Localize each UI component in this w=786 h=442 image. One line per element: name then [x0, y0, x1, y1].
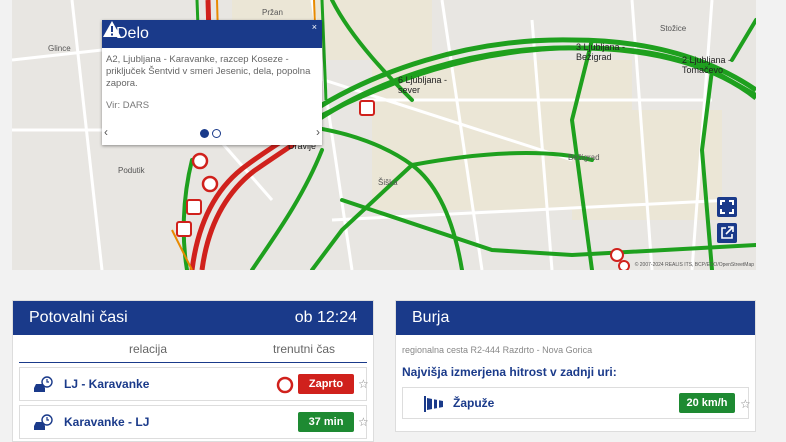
travel-row[interactable]: LJ - Karavanke Zaprto ☆	[19, 367, 369, 401]
warning-icon	[103, 21, 121, 37]
car-clock-icon	[34, 414, 53, 430]
place-label: Šiška	[378, 178, 398, 187]
car-clock-icon	[34, 376, 53, 392]
column-headers: relacija trenutni čas	[19, 335, 367, 363]
column-current-time: trenutni čas	[273, 341, 336, 356]
place-label: Podutik	[118, 166, 145, 175]
place-label: Stožice	[660, 24, 687, 33]
prev-arrow-icon[interactable]: ‹	[104, 125, 108, 139]
traffic-map[interactable]: Pržan Glince Podutik Šiška Bežigrad Stož…	[12, 0, 756, 270]
relation-label: Karavanke - LJ	[64, 415, 150, 429]
close-icon[interactable]: ×	[312, 22, 317, 32]
travel-times-header: Potovalni časi ob 12:24	[13, 301, 373, 335]
speed-badge: 20 km/h	[679, 393, 735, 413]
star-icon[interactable]: ☆	[358, 377, 369, 391]
popup-source: Vir: DARS	[106, 100, 150, 111]
panel-title: Burja	[412, 309, 450, 326]
road-label: 6 Ljubljana - sever	[398, 75, 448, 95]
status-badge: 37 min	[298, 412, 354, 432]
pager-dot[interactable]	[212, 129, 221, 138]
travel-row[interactable]: Karavanke - LJ 37 min ☆	[19, 405, 369, 439]
place-label: Bežigrad	[568, 153, 600, 162]
wind-row[interactable]: Žapuže 20 km/h ☆	[402, 387, 751, 419]
road-label: 2 Ljubljana - Tomačevo	[682, 55, 732, 75]
open-external-button[interactable]	[717, 223, 737, 243]
next-arrow-icon[interactable]: ›	[316, 125, 320, 139]
pager-dot-active[interactable]	[200, 129, 209, 138]
travel-times-panel: Potovalni časi ob 12:24 relacija trenutn…	[12, 300, 374, 442]
place-label: Pržan	[262, 8, 283, 17]
panel-time: ob 12:24	[294, 309, 357, 326]
popup-pager: ‹ ›	[102, 125, 322, 139]
road-label: 3 Ljubljana - Bežigrad	[576, 42, 626, 62]
popup-description: A2, Ljubljana - Karavanke, razcep Koseze…	[106, 54, 311, 89]
external-link-icon	[721, 226, 734, 239]
panel-title: Potovalni časi	[29, 309, 128, 326]
burja-panel: Burja regionalna cesta R2-444 Razdrto - …	[395, 300, 756, 432]
incident-popup: Delo × A2, Ljubljana - Karavanke, razcep…	[102, 20, 322, 145]
relation-label: LJ - Karavanke	[64, 377, 150, 391]
place-label: Glince	[48, 44, 71, 53]
popup-header: Delo ×	[102, 20, 322, 48]
location-label: Žapuže	[453, 396, 495, 410]
star-icon[interactable]: ☆	[358, 415, 369, 429]
closed-road-icon	[276, 376, 294, 394]
burja-header: Burja	[396, 301, 755, 335]
windsock-icon	[424, 396, 443, 412]
star-icon[interactable]: ☆	[740, 397, 751, 411]
status-badge: Zaprto	[298, 374, 354, 394]
column-relation: relacija	[129, 341, 168, 356]
road-name: regionalna cesta R2-444 Razdrto - Nova G…	[402, 345, 593, 355]
fullscreen-icon	[720, 200, 734, 214]
fullscreen-button[interactable]	[717, 197, 737, 217]
max-speed-heading: Najvišja izmerjena hitrost v zadnji uri:	[402, 365, 617, 379]
map-attribution: © 2007-2024 REALIS ITS, BCP/ECO/OpenStre…	[634, 262, 754, 268]
